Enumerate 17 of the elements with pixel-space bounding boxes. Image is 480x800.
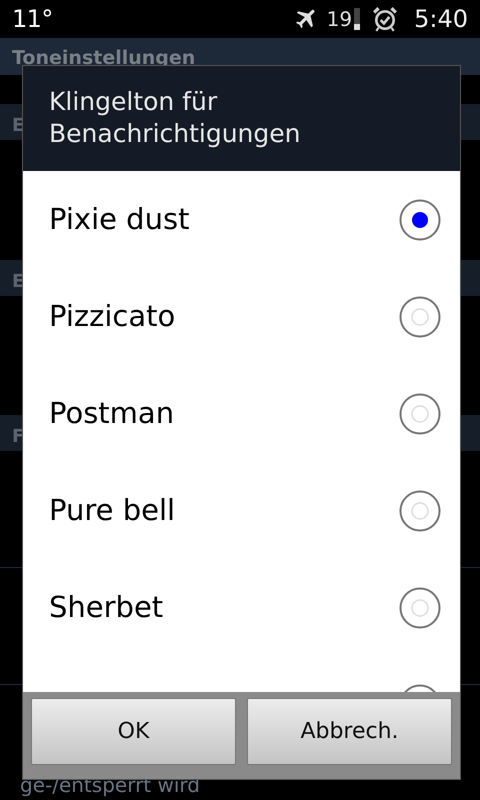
radio-button[interactable] [399, 198, 441, 240]
ringtone-option[interactable]: Pixie dust [49, 198, 399, 242]
temperature: 11° [12, 4, 53, 35]
radio-button[interactable] [399, 392, 441, 434]
radio-button[interactable] [399, 296, 441, 338]
radio-button[interactable] [399, 490, 441, 532]
ringtone-option[interactable]: Pure bell [49, 488, 399, 532]
setting-summary: ge-/entsperrt wird [20, 775, 200, 795]
battery-level: 19 [326, 6, 352, 33]
ringtone-option[interactable]: Sherbet [49, 586, 399, 630]
battery-icon [354, 8, 360, 30]
radio-button[interactable] [399, 586, 441, 628]
ringtone-option[interactable]: Pizzicato [49, 294, 399, 338]
dialog-title: Klingelton für Benachrichtigungen [23, 66, 460, 171]
dialog-button[interactable]: Abbrech. [247, 698, 452, 765]
clock-time: 5:40 [414, 4, 468, 35]
dialog-button[interactable]: OK [31, 698, 236, 765]
